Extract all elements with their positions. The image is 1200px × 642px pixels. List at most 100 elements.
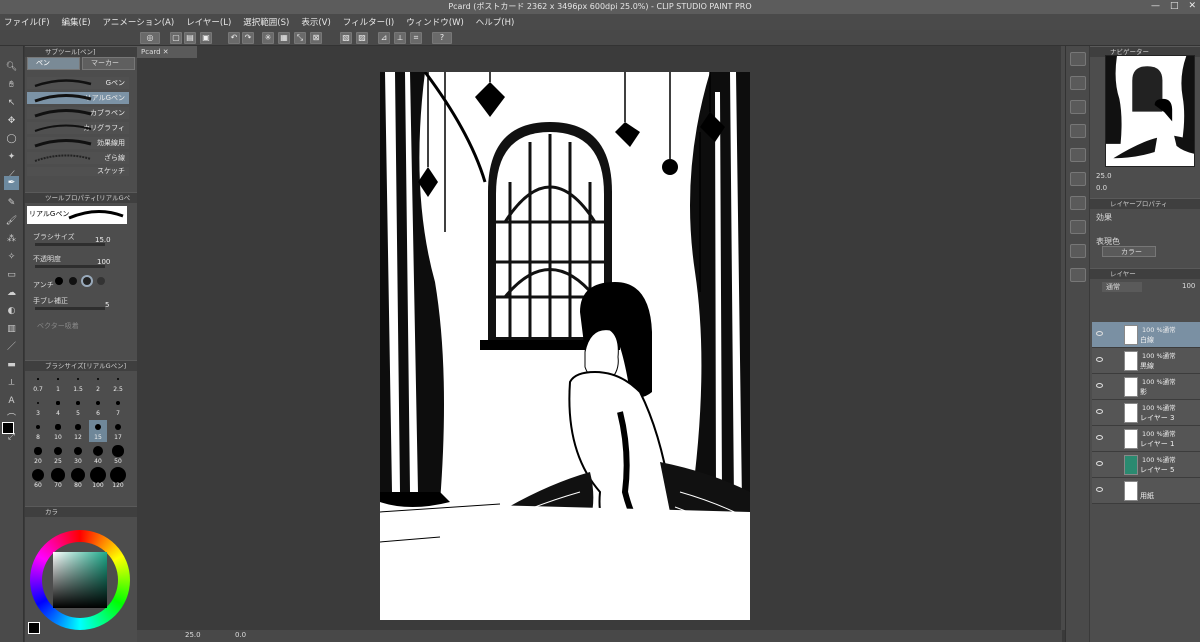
canvas-artwork[interactable] <box>380 72 750 620</box>
tab-pen[interactable]: ペン <box>27 57 80 70</box>
antialias-weak[interactable] <box>69 277 77 285</box>
eye-icon[interactable] <box>1096 435 1103 440</box>
layer-row[interactable]: 用紙 <box>1092 478 1200 504</box>
navigator-rotation[interactable]: 0.0 <box>1096 184 1107 192</box>
eraser-icon[interactable]: ▭ <box>4 268 19 282</box>
brush-sketch[interactable]: スケッチ <box>27 167 129 176</box>
brush-size-cell[interactable]: 0.7 <box>29 372 47 394</box>
menu-layer[interactable]: レイヤー(L) <box>186 16 231 28</box>
open-file-icon[interactable]: ▤ <box>184 32 196 44</box>
auto-select-icon[interactable]: ✦ <box>4 150 19 164</box>
status-zoom[interactable]: 25.0 <box>185 631 201 639</box>
material-folder-icon[interactable] <box>1070 244 1086 258</box>
brush-rough-line[interactable]: ざら線 <box>27 152 129 164</box>
brush-size-cell[interactable]: 25 <box>49 444 67 466</box>
eye-icon[interactable] <box>1096 461 1103 466</box>
close-icon[interactable]: ✕ <box>1188 1 1196 11</box>
airbrush-icon[interactable]: ⁂ <box>4 232 19 246</box>
brush-size-cell[interactable]: 5 <box>69 396 87 418</box>
blend-icon[interactable]: ☁ <box>4 286 19 300</box>
material-folder-icon[interactable] <box>1070 172 1086 186</box>
brush-kabura-pen[interactable]: カブラペン <box>27 107 129 119</box>
material-folder-icon[interactable] <box>1070 268 1086 282</box>
pencil-icon[interactable]: ✎ <box>4 196 19 210</box>
hand-icon[interactable]: ✋︎ <box>4 78 19 92</box>
eye-icon[interactable] <box>1096 357 1103 362</box>
brush-size-cell[interactable]: 1 <box>49 372 67 394</box>
stroke-selection-icon[interactable]: ▨ <box>356 32 368 44</box>
gradient-icon[interactable]: ▥ <box>4 322 19 336</box>
menu-filter[interactable]: フィルター(I) <box>343 16 394 28</box>
brush-icon[interactable]: 🖌︎ <box>4 214 19 228</box>
brush-size-cell[interactable]: 100 <box>89 467 107 490</box>
material-folder-icon[interactable] <box>1070 100 1086 114</box>
stabilization-value[interactable]: 5 <box>105 301 109 309</box>
brush-size-cell[interactable]: 10 <box>49 420 67 442</box>
layer-opacity-value[interactable]: 100 <box>1182 282 1195 290</box>
fill-selection-icon[interactable]: ▧ <box>340 32 352 44</box>
brush-size-cell[interactable]: 7 <box>109 396 127 418</box>
undo-icon[interactable]: ↶ <box>228 32 240 44</box>
main-color-swatch[interactable] <box>2 422 14 434</box>
color-main-swatch[interactable] <box>28 622 40 634</box>
antialias-options[interactable] <box>55 277 115 289</box>
redo-icon[interactable]: ↷ <box>242 32 254 44</box>
navigator-preview[interactable] <box>1105 55 1195 167</box>
expression-color-select[interactable]: カラー <box>1102 246 1156 257</box>
brush-size-cell[interactable]: 15 <box>89 420 107 442</box>
brush-size-cell[interactable]: 120 <box>109 467 127 490</box>
brush-size-cell[interactable]: 17 <box>109 420 127 442</box>
layer-row[interactable]: 100 %通常 レイヤー 5 <box>1092 452 1200 478</box>
snap-grid-icon[interactable]: ⌗ <box>410 32 422 44</box>
menu-selection[interactable]: 選択範囲(S) <box>243 16 289 28</box>
eye-icon[interactable] <box>1096 383 1103 388</box>
blend-mode-select[interactable]: 通常 <box>1102 282 1142 292</box>
material-folder-icon[interactable] <box>1070 196 1086 210</box>
material-folder-icon[interactable] <box>1070 76 1086 90</box>
eye-icon[interactable] <box>1096 409 1103 414</box>
color-wheel[interactable] <box>30 530 130 630</box>
save-icon[interactable]: ▣ <box>200 32 212 44</box>
brush-g-pen[interactable]: Gペン <box>27 77 129 89</box>
frame-icon[interactable]: ▬ <box>4 358 19 372</box>
brush-size-cell[interactable]: 8 <box>29 420 47 442</box>
tab-marker[interactable]: マーカー <box>82 57 135 70</box>
text-icon[interactable]: A <box>4 394 19 408</box>
pen-icon[interactable]: ✒ <box>4 176 19 190</box>
brush-size-cell[interactable]: 80 <box>69 467 87 490</box>
material-folder-icon[interactable] <box>1070 148 1086 162</box>
selection-icon[interactable]: ◯ <box>4 132 19 146</box>
brush-size-cell[interactable]: 1.5 <box>69 372 87 394</box>
zoom-icon[interactable]: 🔍︎ <box>4 60 19 74</box>
brush-size-cell[interactable]: 50 <box>109 444 127 466</box>
brush-size-cell[interactable]: 30 <box>69 444 87 466</box>
ruler-icon[interactable]: ⟂ <box>4 376 19 390</box>
brush-size-cell[interactable]: 6 <box>89 396 107 418</box>
move-layer-icon[interactable]: ✥ <box>4 114 19 128</box>
document-tab[interactable]: Pcard ✕ <box>137 46 197 58</box>
antialias-strong[interactable] <box>97 277 105 285</box>
brush-effect-line[interactable]: 効果線用 <box>27 137 129 149</box>
clip-studio-icon[interactable]: ◎ <box>140 32 160 44</box>
minimize-icon[interactable]: — <box>1151 1 1160 11</box>
eye-icon[interactable] <box>1096 331 1103 336</box>
material-folder-icon[interactable] <box>1070 52 1086 66</box>
new-file-icon[interactable]: ▢ <box>170 32 182 44</box>
decoration-icon[interactable]: ✧ <box>4 250 19 264</box>
brush-size-cell[interactable]: 2.5 <box>109 372 127 394</box>
menu-window[interactable]: ウィンドウ(W) <box>406 16 464 28</box>
transform-icon[interactable]: ⤡ <box>294 32 306 44</box>
status-rotation[interactable]: 0.0 <box>235 631 246 639</box>
help-icon[interactable]: ? <box>432 32 452 44</box>
scale-icon[interactable]: ⊠ <box>310 32 322 44</box>
layer-row[interactable]: 100 %通常影 <box>1092 374 1200 400</box>
brush-size-value[interactable]: 15.0 <box>95 236 111 244</box>
brush-size-cell[interactable]: 40 <box>89 444 107 466</box>
layer-row[interactable]: 100 %通常 白線 <box>1092 322 1200 348</box>
operation-icon[interactable]: ↖ <box>4 96 19 110</box>
opacity-value[interactable]: 100 <box>97 258 110 266</box>
material-folder-icon[interactable] <box>1070 124 1086 138</box>
antialias-medium[interactable] <box>83 277 91 285</box>
snap-ruler-icon[interactable]: ⊿ <box>378 32 390 44</box>
brush-size-cell[interactable]: 2 <box>89 372 107 394</box>
